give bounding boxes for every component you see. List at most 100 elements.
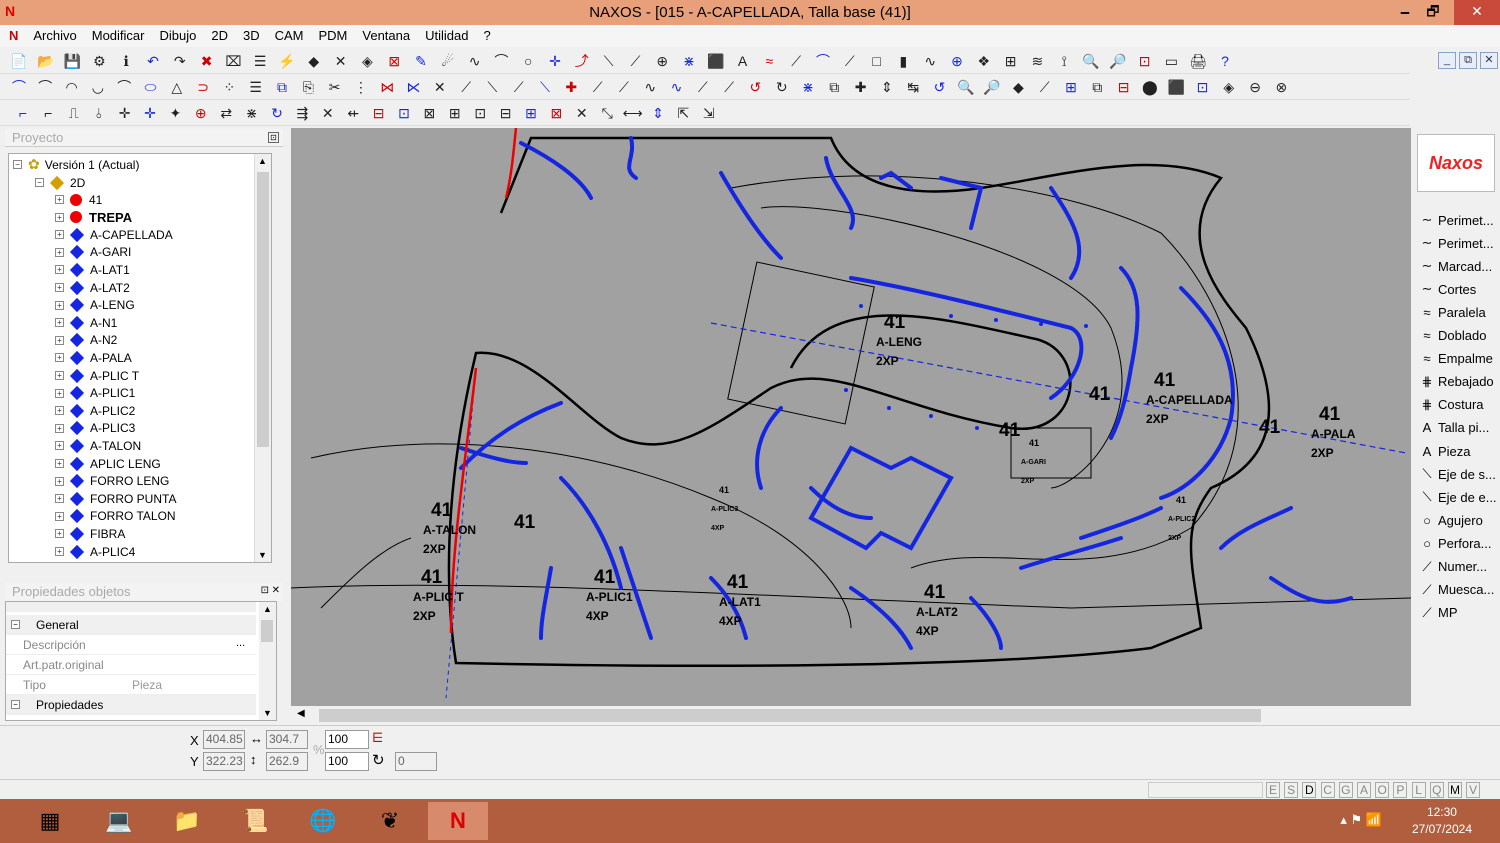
tool-button-icon[interactable]: ⇲ (700, 104, 718, 122)
property-row[interactable]: Tipo Pieza (6, 675, 256, 695)
expand-icon[interactable]: + (55, 371, 64, 380)
tool-button-icon[interactable]: ⬛ (1167, 78, 1185, 96)
scale-y-field[interactable]: 100 (325, 752, 369, 771)
tool-button-icon[interactable]: ⬛ (707, 52, 725, 70)
tool-button-icon[interactable]: ◡ (89, 78, 107, 96)
status-letter[interactable]: D (1302, 782, 1317, 798)
tool-button-icon[interactable]: ≋ (1028, 52, 1046, 70)
expand-icon[interactable]: + (55, 529, 64, 539)
tool-button-icon[interactable]: ⊠ (385, 52, 403, 70)
tool-button-icon[interactable]: ⊃ (194, 78, 212, 96)
tree-item-aplic-leng[interactable]: + APLIC LENG (55, 455, 161, 472)
expand-icon[interactable]: + (55, 476, 64, 486)
tool-button-icon[interactable]: ✕ (573, 104, 591, 122)
tool-button-icon[interactable]: ↷ (171, 52, 189, 70)
expand-icon[interactable]: + (55, 247, 64, 257)
tool-button-icon[interactable]: ✕ (431, 78, 449, 96)
tool-button-icon[interactable]: ⊕ (948, 52, 966, 70)
tool-button-icon[interactable]: ⊟ (1115, 78, 1133, 96)
tool-button-icon[interactable]: ✂ (326, 78, 344, 96)
tree-item-trepa[interactable]: + TREPA (55, 209, 132, 226)
scale-icon[interactable]: ⋿ (372, 730, 383, 746)
piece-label[interactable]: 41 (514, 512, 536, 533)
tree-scroll-thumb[interactable] (257, 172, 269, 447)
right-tool-10[interactable]: A Pieza (1417, 440, 1497, 462)
tool-button-icon[interactable]: ↻ (268, 104, 286, 122)
tool-button-icon[interactable]: ⟋ (1036, 78, 1054, 96)
scale-x-field[interactable]: 100 (325, 730, 369, 749)
tree-item-a-talon[interactable]: + A-TALON (55, 437, 141, 454)
property-row[interactable]: Art.patr.original (6, 655, 256, 675)
tool-button-icon[interactable]: 💾 (64, 52, 82, 70)
tool-button-icon[interactable]: ✕ (332, 52, 350, 70)
tool-button-icon[interactable]: ◈ (1220, 78, 1238, 96)
tool-button-icon[interactable]: ◆ (1009, 78, 1027, 96)
property-value[interactable]: 41 (132, 718, 145, 720)
right-tool-12[interactable]: ⟍ Eje de e... (1417, 486, 1497, 508)
properties-scroll-thumb[interactable] (261, 620, 273, 642)
tool-button-icon[interactable]: ⊕ (653, 52, 671, 70)
tool-button-icon[interactable]: ⧉ (825, 78, 843, 96)
expand-icon[interactable]: + (55, 195, 64, 204)
child-minimize-button[interactable]: _ (1438, 52, 1456, 69)
tool-button-icon[interactable]: △ (168, 78, 186, 96)
taskbar-app-icon[interactable]: 📁 (157, 802, 217, 840)
tool-button-icon[interactable]: ⟷ (623, 104, 643, 122)
properties-scrollbar[interactable]: ▲ ▼ (259, 602, 276, 720)
tool-button-icon[interactable]: ⊞ (446, 104, 464, 122)
property-row[interactable]: Descripción... (6, 635, 256, 655)
status-letter[interactable]: E (1266, 782, 1280, 798)
tool-button-icon[interactable]: ⊡ (471, 104, 489, 122)
tool-button-icon[interactable]: ✚ (562, 78, 580, 96)
tool-button-icon[interactable]: ○ (519, 52, 537, 70)
system-tray[interactable]: ▴ ⚑ 📶 (1340, 812, 1382, 828)
y-field[interactable]: 322.23 (203, 752, 245, 771)
tool-button-icon[interactable]: ⊞ (1062, 78, 1080, 96)
tool-button-icon[interactable]: ∿ (668, 78, 686, 96)
expand-icon[interactable]: + (55, 511, 64, 521)
tool-button-icon[interactable]: ⚙ (90, 52, 108, 70)
status-letter[interactable]: C (1320, 782, 1335, 798)
tool-button-icon[interactable]: ↺ (746, 78, 764, 96)
tool-button-icon[interactable]: ⟋ (589, 78, 607, 96)
tree-item-a-capellada[interactable]: + A-CAPELLADA (55, 226, 173, 243)
tool-button-icon[interactable]: ⟍ (600, 52, 618, 70)
angle-field[interactable]: 0 (395, 752, 437, 771)
tool-button-icon[interactable]: ⊠ (420, 104, 438, 122)
tree-item-a-n2[interactable]: + A-N2 (55, 332, 117, 349)
tool-button-icon[interactable]: ⧉ (273, 78, 291, 96)
tool-button-icon[interactable]: ⌐ (14, 104, 32, 122)
tool-button-icon[interactable]: ◈ (358, 52, 376, 70)
tool-button-icon[interactable]: ⤡ (598, 104, 616, 122)
right-tool-11[interactable]: ⟍ Eje de s... (1417, 463, 1497, 485)
pin-icon[interactable]: ⊡ (268, 132, 279, 143)
tool-button-icon[interactable]: ⊟ (497, 104, 515, 122)
right-tool-17[interactable]: ⟋ MP (1417, 602, 1497, 624)
expand-icon[interactable]: + (55, 335, 64, 345)
tool-button-icon[interactable]: 📂 (37, 52, 55, 70)
tool-button-icon[interactable]: ⇶ (293, 104, 311, 122)
tool-button-icon[interactable]: ⌒ (492, 52, 510, 70)
tool-button-icon[interactable]: ∿ (921, 52, 939, 70)
menu-item-10[interactable]: ? (483, 28, 490, 43)
expand-icon[interactable]: + (55, 423, 64, 433)
tool-button-icon[interactable]: 📄 (10, 52, 28, 70)
tool-button-icon[interactable]: ⇷ (344, 104, 362, 122)
tool-button-icon[interactable]: ⫰ (90, 104, 108, 122)
expand-icon[interactable]: + (55, 459, 64, 468)
collapse-icon[interactable]: − (11, 620, 20, 629)
tool-button-icon[interactable]: ⁘ (220, 78, 238, 96)
tool-button-icon[interactable]: ⋉ (405, 78, 423, 96)
tool-button-icon[interactable]: ✛ (141, 104, 159, 122)
piece-label[interactable]: 41 A-LAT2 4XP (916, 582, 958, 638)
tree-scrollbar[interactable]: ▲ ▼ (254, 154, 271, 562)
tool-button-icon[interactable]: ❖ (975, 52, 993, 70)
property-value[interactable]: Pieza (132, 678, 162, 692)
tool-button-icon[interactable]: ⟍ (483, 78, 501, 96)
right-tool-0[interactable]: ∼ Perimet... (1417, 209, 1497, 231)
tool-button-icon[interactable]: ↶ (144, 52, 162, 70)
right-tool-16[interactable]: ⟋ Muesca... (1417, 579, 1497, 601)
tool-button-icon[interactable]: ⊞ (1002, 52, 1020, 70)
child-close-button[interactable]: ✕ (1480, 52, 1498, 69)
menu-item-7[interactable]: PDM (319, 28, 348, 43)
